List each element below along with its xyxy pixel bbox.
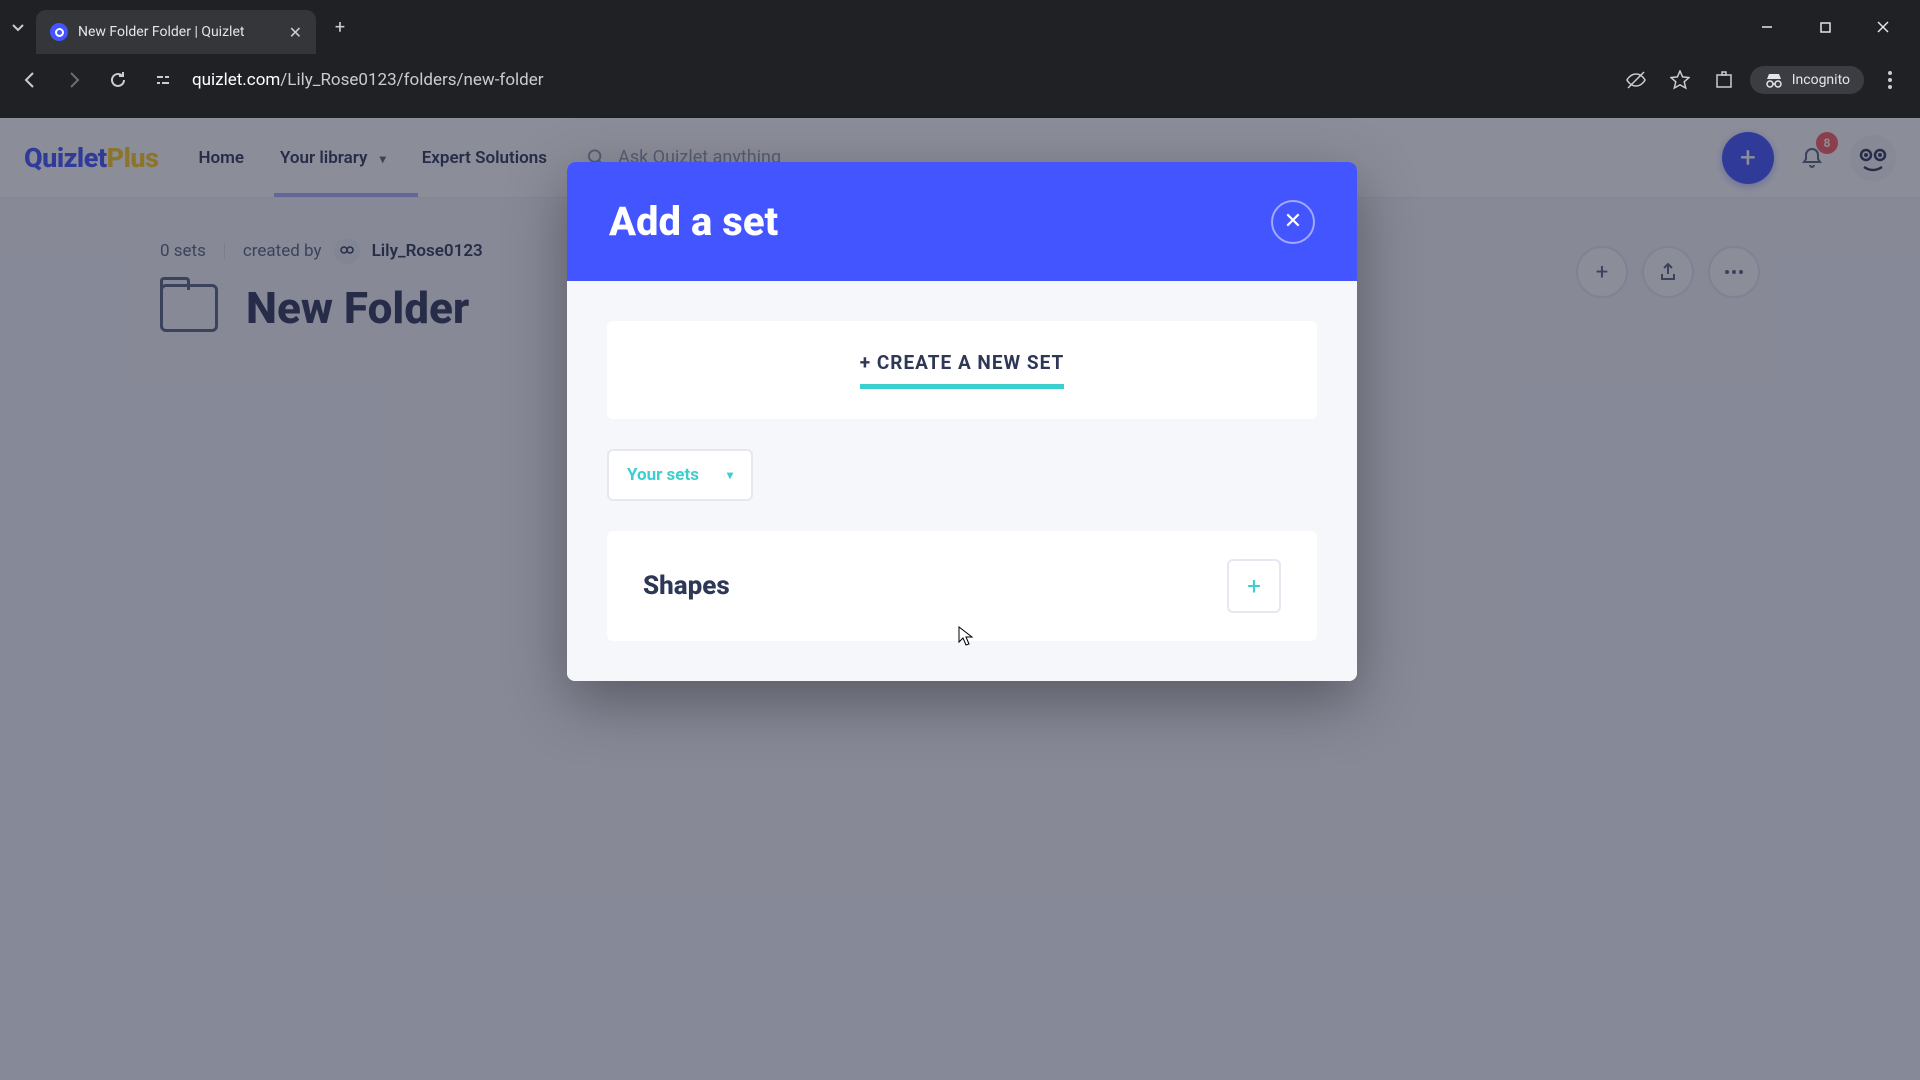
browser-tab[interactable]: New Folder Folder | Quizlet ✕ xyxy=(36,10,316,54)
maximize-button[interactable] xyxy=(1796,7,1854,47)
add-set-modal: Add a set ✕ + CREATE A NEW SET Your sets… xyxy=(567,162,1357,681)
minimize-button[interactable] xyxy=(1738,7,1796,47)
incognito-icon xyxy=(1764,72,1784,88)
quizlet-favicon xyxy=(50,23,68,41)
eye-off-icon[interactable] xyxy=(1618,62,1654,98)
create-new-set-link[interactable]: + CREATE A NEW SET xyxy=(860,351,1064,389)
set-name: Shapes xyxy=(643,571,1227,601)
close-tab-icon[interactable]: ✕ xyxy=(289,23,302,42)
browser-chrome: New Folder Folder | Quizlet ✕ + quizlet.… xyxy=(0,0,1920,118)
browser-menu-icon[interactable] xyxy=(1872,62,1908,98)
site-info-icon[interactable] xyxy=(148,65,178,95)
back-button[interactable] xyxy=(12,62,48,98)
modal-title: Add a set xyxy=(609,198,1271,245)
reload-button[interactable] xyxy=(100,62,136,98)
chevron-down-icon: ▾ xyxy=(727,468,733,482)
create-new-set-card: + CREATE A NEW SET xyxy=(607,321,1317,419)
tab-search-dropdown[interactable] xyxy=(8,17,28,37)
close-window-button[interactable] xyxy=(1854,7,1912,47)
sets-filter-dropdown[interactable]: Your sets ▾ xyxy=(607,449,753,501)
filter-row: Your sets ▾ xyxy=(607,449,1317,501)
url-text[interactable]: quizlet.com/Lily_Rose0123/folders/new-fo… xyxy=(192,70,1610,90)
modal-body: + CREATE A NEW SET Your sets ▾ Shapes + xyxy=(567,281,1357,681)
tab-bar: New Folder Folder | Quizlet ✕ + xyxy=(0,0,1920,54)
extensions-icon[interactable] xyxy=(1706,62,1742,98)
modal-close-button[interactable]: ✕ xyxy=(1271,200,1315,244)
incognito-label: Incognito xyxy=(1792,72,1850,88)
bookmark-star-icon[interactable] xyxy=(1662,62,1698,98)
page-viewport: QuizletPlus Home Your library ▾ Expert S… xyxy=(0,118,1920,1080)
tab-title: New Folder Folder | Quizlet xyxy=(78,24,279,40)
add-this-set-button[interactable]: + xyxy=(1227,559,1281,613)
address-bar: quizlet.com/Lily_Rose0123/folders/new-fo… xyxy=(0,54,1920,106)
new-tab-button[interactable]: + xyxy=(324,11,356,43)
window-controls xyxy=(1738,7,1912,47)
forward-button[interactable] xyxy=(56,62,92,98)
incognito-chip[interactable]: Incognito xyxy=(1750,66,1864,94)
modal-header: Add a set ✕ xyxy=(567,162,1357,281)
set-row: Shapes + xyxy=(607,531,1317,641)
filter-label: Your sets xyxy=(627,465,699,485)
